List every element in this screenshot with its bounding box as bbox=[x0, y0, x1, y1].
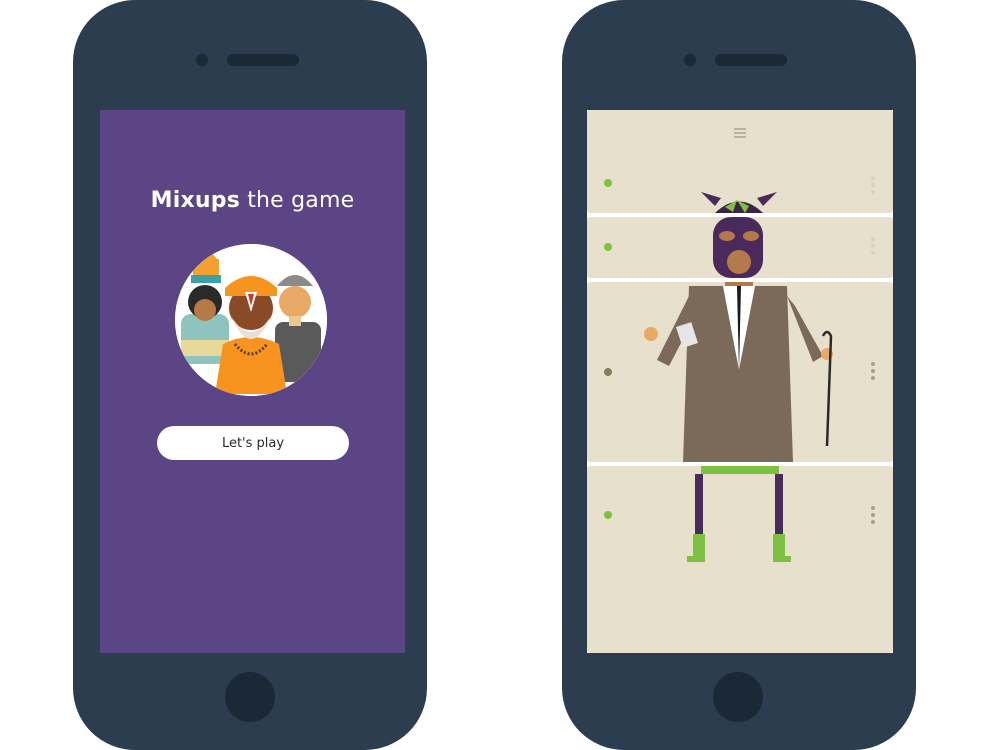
front-camera bbox=[196, 54, 208, 66]
drag-handle-icon[interactable] bbox=[871, 362, 875, 383]
game-title-bold: Mixups bbox=[150, 188, 241, 213]
strip-face[interactable] bbox=[587, 217, 893, 278]
hamburger-menu-icon[interactable] bbox=[734, 128, 746, 138]
front-camera bbox=[684, 54, 696, 66]
drag-handle-icon[interactable] bbox=[871, 506, 875, 527]
earpiece-speaker bbox=[715, 54, 787, 66]
strip-torso[interactable] bbox=[587, 282, 893, 462]
drag-handle-icon[interactable] bbox=[871, 176, 875, 197]
game-title-rest: the game bbox=[240, 188, 355, 213]
strip-legs[interactable] bbox=[587, 466, 893, 653]
strip-indicator-dot bbox=[604, 243, 612, 251]
drag-handle-icon[interactable] bbox=[871, 237, 875, 258]
game-title: Mixups the game bbox=[100, 188, 405, 213]
strip-head[interactable] bbox=[587, 110, 893, 213]
lets-play-button[interactable]: Let's play bbox=[157, 426, 349, 460]
phone-right bbox=[562, 0, 916, 750]
earpiece-speaker bbox=[227, 54, 299, 66]
phone-left: Mixups the game Let's play bbox=[73, 0, 427, 750]
home-button[interactable] bbox=[225, 672, 275, 722]
three-characters-illustration bbox=[175, 244, 327, 396]
strip-indicator-dot bbox=[604, 511, 612, 519]
intro-screen: Mixups the game Let's play bbox=[100, 110, 405, 653]
strip-indicator-dot bbox=[604, 179, 612, 187]
home-button[interactable] bbox=[713, 672, 763, 722]
characters-portrait bbox=[175, 244, 327, 396]
strip-indicator-dot bbox=[604, 368, 612, 376]
game-screen bbox=[587, 110, 893, 653]
